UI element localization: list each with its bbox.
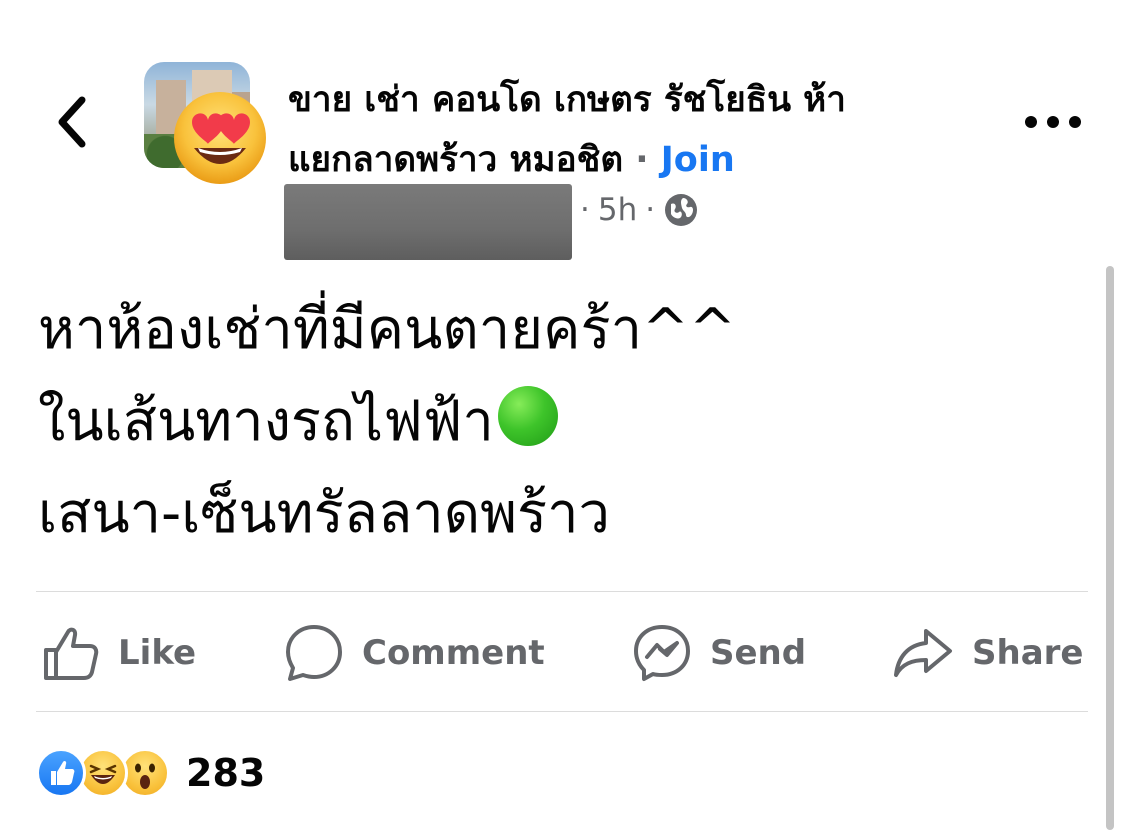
comment-button[interactable]: Comment xyxy=(284,614,545,692)
join-button[interactable]: Join xyxy=(661,140,735,180)
action-bar: Like Comment Send Share xyxy=(36,614,1088,692)
post-line-2: ในเส้นทางรถไฟฟ้า xyxy=(38,376,1098,468)
like-button[interactable]: Like xyxy=(42,614,196,692)
send-label: Send xyxy=(710,633,807,673)
smiling-face-with-heart-eyes-icon xyxy=(174,92,266,184)
post-time[interactable]: 5h xyxy=(598,192,637,228)
divider xyxy=(36,711,1088,712)
meta-dot: · xyxy=(580,192,590,228)
share-label: Share xyxy=(972,633,1084,673)
thumbs-up-icon xyxy=(44,627,99,680)
meta-dot: · xyxy=(645,192,656,228)
green-circle-icon xyxy=(497,386,558,446)
group-name-line2[interactable]: แยกลาดพร้าว หมอชิต xyxy=(288,140,623,180)
chevron-left-icon xyxy=(58,96,86,148)
post-line-2-text: ในเส้นทางรถไฟฟ้า xyxy=(38,389,494,454)
separator-dot: · xyxy=(635,140,649,180)
back-button[interactable] xyxy=(38,82,106,162)
messenger-icon xyxy=(634,625,690,681)
group-name-line1[interactable]: ขาย เช่า คอนโด เกษตร รัชโยธิน ห้า xyxy=(288,70,978,130)
like-reaction-icon xyxy=(36,748,86,798)
share-arrow-icon xyxy=(894,629,952,677)
reaction-count[interactable]: 283 xyxy=(186,751,265,795)
reactions-summary[interactable]: 283 xyxy=(36,746,265,800)
scrollbar-thumb[interactable] xyxy=(1106,266,1114,830)
send-button[interactable]: Send xyxy=(632,614,806,692)
globe-icon[interactable] xyxy=(663,192,699,228)
author-name-redacted xyxy=(284,184,572,260)
group-title: ขาย เช่า คอนโด เกษตร รัชโยธิน ห้า แยกลาด… xyxy=(288,70,978,190)
comment-bubble-icon xyxy=(286,625,342,681)
more-horizontal-icon xyxy=(1025,116,1081,128)
like-label: Like xyxy=(118,633,197,673)
post-line-3: เสนา-เซ็นทรัลลาดพร้าว xyxy=(38,481,611,546)
share-button[interactable]: Share xyxy=(892,614,1083,692)
comment-label: Comment xyxy=(362,633,545,673)
more-options-button[interactable] xyxy=(1018,100,1088,144)
post-meta: · 5h · xyxy=(580,188,699,232)
post-line-1: หาห้องเช่าที่มีคนตายคร้า^^ xyxy=(38,297,736,362)
post-text: หาห้องเช่าที่มีคนตายคร้า^^ ในเส้นทางรถไฟ… xyxy=(38,284,1098,560)
divider xyxy=(36,591,1088,592)
reaction-icons xyxy=(36,748,170,798)
